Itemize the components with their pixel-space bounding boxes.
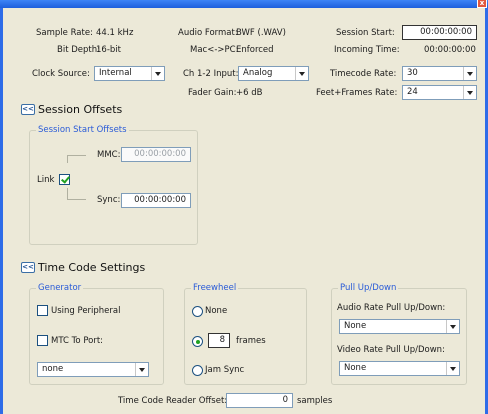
mmc-label: MMC: bbox=[97, 150, 121, 160]
feet-frames-rate-value: 24 bbox=[407, 87, 418, 97]
sample-rate-value: 44.1 kHz bbox=[96, 28, 134, 38]
link-bracket-bottom bbox=[67, 199, 86, 200]
chevron-down-icon[interactable] bbox=[151, 67, 164, 80]
bit-depth-value: 16-bit bbox=[96, 45, 121, 55]
mtc-port-select[interactable]: none bbox=[37, 362, 149, 377]
reader-offset-field[interactable]: 0 bbox=[226, 393, 293, 408]
mac-pc-value: Enforced bbox=[236, 45, 274, 55]
mtc-to-port-label: MTC To Port: bbox=[51, 336, 104, 346]
close-button[interactable]: x bbox=[477, 0, 487, 8]
mtc-port-value: none bbox=[42, 364, 64, 374]
video-rate-pull-label: Video Rate Pull Up/Down: bbox=[337, 345, 445, 355]
freewheel-title: Freewheel bbox=[191, 282, 239, 294]
generator-title: Generator bbox=[36, 282, 84, 294]
freewheel-frames-label: frames bbox=[236, 336, 266, 346]
audio-rate-pull-value: None bbox=[344, 321, 367, 331]
reader-offset-unit: samples bbox=[297, 396, 333, 406]
fader-gain-label: Fader Gain: bbox=[188, 88, 237, 98]
feet-frames-rate-select[interactable]: 24 bbox=[402, 85, 477, 100]
clock-source-value: Internal bbox=[99, 68, 132, 78]
collapse-time-code-settings-button[interactable]: << bbox=[21, 262, 35, 273]
pull-up-down-title: Pull Up/Down bbox=[338, 282, 399, 294]
bit-depth-label: Bit Depth: bbox=[57, 45, 100, 55]
collapse-session-offsets-button[interactable]: << bbox=[21, 104, 35, 115]
audio-format-value: BWF (.WAV) bbox=[236, 28, 286, 38]
chevron-down-icon[interactable] bbox=[135, 363, 148, 376]
chevron-down-icon[interactable] bbox=[463, 86, 476, 99]
freewheel-none-label: None bbox=[205, 306, 228, 316]
freewheel-frames-field[interactable]: 8 bbox=[208, 333, 230, 348]
incoming-time-value: 00:00:00:00 bbox=[424, 45, 476, 55]
clock-source-select[interactable]: Internal bbox=[94, 66, 165, 81]
freewheel-jam-sync-radio[interactable] bbox=[192, 365, 203, 376]
window-frame-left bbox=[0, 8, 3, 414]
time-code-settings-title: Time Code Settings bbox=[38, 261, 146, 274]
video-rate-pull-select[interactable]: None bbox=[339, 361, 460, 376]
video-rate-pull-value: None bbox=[344, 363, 367, 373]
ch12-input-label: Ch 1-2 Input: bbox=[183, 69, 239, 79]
link-checkbox[interactable] bbox=[59, 174, 70, 185]
sample-rate-label: Sample Rate: bbox=[36, 28, 93, 38]
ch12-input-value: Analog bbox=[243, 68, 273, 78]
audio-rate-pull-select[interactable]: None bbox=[339, 319, 460, 334]
mmc-offset-field[interactable]: 00:00:00:00 bbox=[121, 147, 191, 162]
feet-frames-rate-label: Feet+Frames Rate: bbox=[316, 88, 398, 98]
timecode-rate-value: 30 bbox=[407, 68, 418, 78]
session-setup-window: x Sample Rate: 44.1 kHz Audio Format: BW… bbox=[0, 0, 488, 414]
using-peripheral-checkbox[interactable] bbox=[37, 305, 48, 316]
session-start-field[interactable]: 00:00:00:00 bbox=[402, 25, 477, 40]
sync-label: Sync: bbox=[97, 195, 121, 205]
session-start-offsets-title: Session Start Offsets bbox=[36, 124, 129, 136]
session-offsets-title: Session Offsets bbox=[38, 103, 123, 116]
freewheel-none-radio[interactable] bbox=[192, 306, 203, 317]
incoming-time-label: Incoming Time: bbox=[334, 45, 400, 55]
link-bracket-top bbox=[67, 155, 86, 156]
using-peripheral-label: Using Peripheral bbox=[51, 306, 121, 316]
freewheel-frames-radio[interactable] bbox=[192, 336, 203, 347]
chevron-down-icon[interactable] bbox=[295, 67, 308, 80]
chevron-down-icon[interactable] bbox=[446, 320, 459, 333]
title-bar bbox=[0, 0, 488, 8]
link-label: Link bbox=[37, 175, 55, 185]
fader-gain-value: +6 dB bbox=[236, 88, 263, 98]
ch12-input-select[interactable]: Analog bbox=[238, 66, 309, 81]
jam-sync-label: Jam Sync bbox=[205, 365, 245, 375]
audio-format-label: Audio Format: bbox=[178, 28, 238, 38]
reader-offset-label: Time Code Reader Offset: bbox=[118, 396, 228, 406]
chevron-down-icon[interactable] bbox=[446, 362, 459, 375]
clock-source-label: Clock Source: bbox=[32, 69, 90, 79]
timecode-rate-select[interactable]: 30 bbox=[402, 66, 477, 81]
mtc-to-port-checkbox[interactable] bbox=[37, 335, 48, 346]
sync-offset-field[interactable]: 00:00:00:00 bbox=[121, 193, 191, 208]
timecode-rate-label: Timecode Rate: bbox=[330, 69, 397, 79]
mac-pc-label: Mac<->PC: bbox=[190, 45, 239, 55]
link-bracket-top-vertical bbox=[67, 155, 68, 163]
link-bracket-bottom-vertical bbox=[67, 188, 68, 199]
chevron-down-icon[interactable] bbox=[463, 67, 476, 80]
audio-rate-pull-label: Audio Rate Pull Up/Down: bbox=[337, 303, 446, 313]
session-start-label: Session Start: bbox=[336, 28, 395, 38]
